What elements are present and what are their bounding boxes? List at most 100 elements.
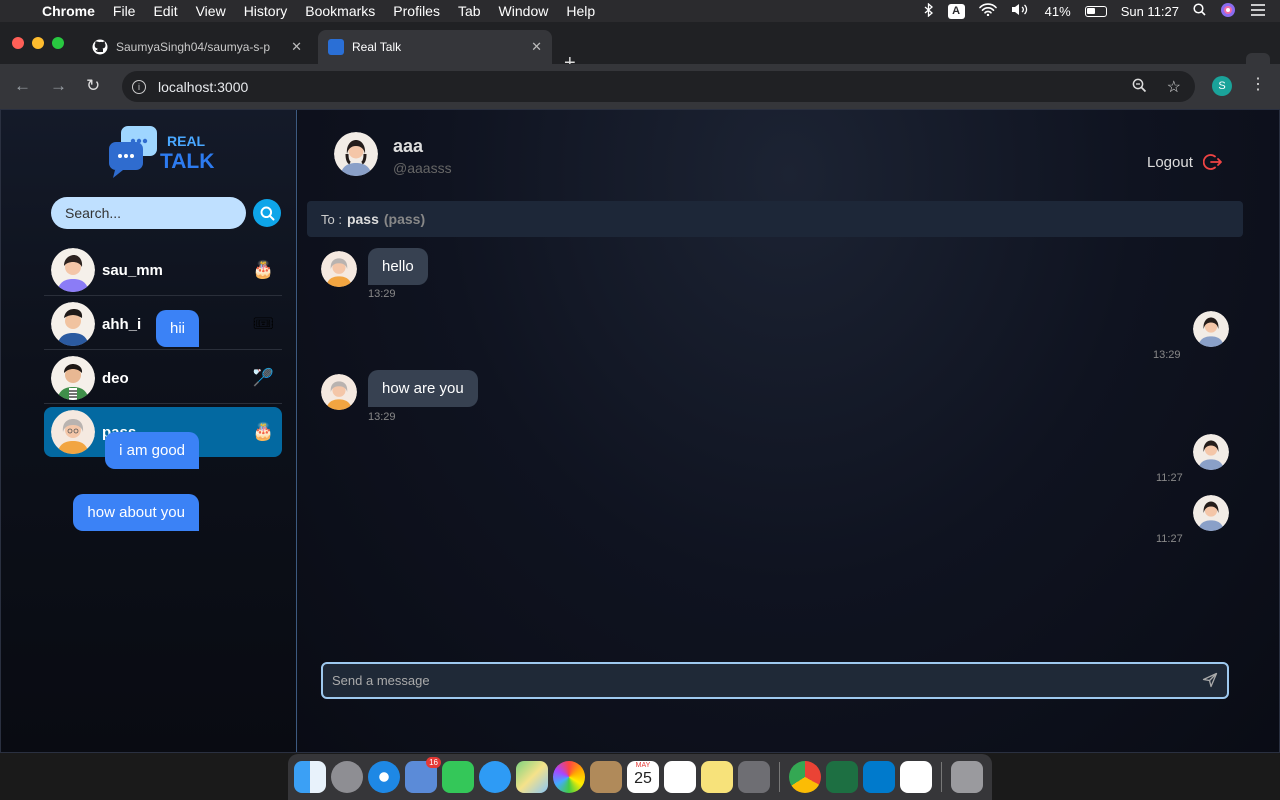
- avatar: [51, 410, 95, 454]
- avatar: [1193, 311, 1229, 347]
- mongodb-compass-icon[interactable]: [900, 761, 932, 793]
- message-bubble: how are you: [368, 370, 478, 407]
- calendar-icon[interactable]: MAY 25: [627, 761, 659, 793]
- zoom-icon[interactable]: [1132, 78, 1147, 96]
- contact-item-sau_mm[interactable]: sau_mm 🎂: [44, 245, 282, 295]
- dock-separator: [779, 762, 780, 792]
- browser-toolbar: ← → ↻ i localhost:3000 ☆ S ⋮: [0, 64, 1280, 109]
- menu-app-name[interactable]: Chrome: [42, 3, 95, 19]
- siri-icon[interactable]: [1220, 2, 1236, 21]
- chrome-icon[interactable]: [789, 761, 821, 793]
- birthday-cake-icon: 🎂: [252, 422, 274, 441]
- menu-bookmarks[interactable]: Bookmarks: [305, 3, 375, 19]
- zoom-window-button[interactable]: [52, 37, 64, 49]
- contact-name: sau_mm: [102, 261, 163, 279]
- menu-tab[interactable]: Tab: [458, 3, 481, 19]
- real-talk-logo: REAL TALK: [109, 126, 214, 178]
- mail-icon[interactable]: 16: [405, 757, 441, 793]
- notes-icon[interactable]: [701, 761, 733, 793]
- tab-title: SaumyaSingh04/saumya-s-p: [116, 40, 271, 54]
- wifi-icon[interactable]: [978, 3, 997, 19]
- close-tab-icon[interactable]: ✕: [291, 39, 302, 55]
- bookmark-star-icon[interactable]: ☆: [1167, 77, 1181, 97]
- logout-label: Logout: [1147, 153, 1193, 171]
- messages-icon[interactable]: [479, 761, 511, 793]
- tab-github[interactable]: SaumyaSingh04/saumya-s-p ✕: [82, 30, 312, 64]
- system-preferences-icon[interactable]: [738, 761, 770, 793]
- menu-history[interactable]: History: [244, 3, 288, 19]
- current-user-handle: @aaasss: [393, 160, 452, 176]
- finder-icon[interactable]: [294, 761, 326, 793]
- maps-icon[interactable]: [516, 761, 548, 793]
- window-controls: [12, 37, 64, 49]
- message-timestamp: 11:27: [1156, 472, 1183, 484]
- launchpad-icon[interactable]: [331, 761, 363, 793]
- battery-percent: 41%: [1044, 3, 1071, 19]
- chrome-menu-icon[interactable]: ⋮: [1250, 74, 1266, 94]
- current-user-name: aaa: [393, 136, 424, 156]
- safari-icon[interactable]: [368, 761, 400, 793]
- excel-icon[interactable]: [826, 761, 858, 793]
- calendar-month: MAY: [635, 762, 651, 769]
- address-url[interactable]: localhost:3000: [158, 79, 248, 95]
- mail-badge: 16: [426, 757, 441, 768]
- facetime-icon[interactable]: [442, 761, 474, 793]
- avatar: [321, 251, 357, 287]
- close-window-button[interactable]: [12, 37, 24, 49]
- macos-dock: 16 MAY 25: [288, 754, 992, 800]
- spotlight-search-icon[interactable]: [1193, 3, 1206, 19]
- site-info-icon[interactable]: i: [132, 79, 146, 94]
- menu-edit[interactable]: Edit: [153, 3, 177, 19]
- avatar: [1193, 495, 1229, 531]
- reminders-icon[interactable]: [664, 761, 696, 793]
- search-icon: [260, 206, 274, 220]
- avatar: [51, 248, 95, 292]
- contacts-icon[interactable]: [590, 761, 622, 793]
- message-input[interactable]: Send a message: [321, 662, 1229, 699]
- contact-item-deo[interactable]: deo 🏸: [44, 353, 282, 403]
- trash-icon[interactable]: [951, 761, 983, 793]
- current-user-avatar: [334, 132, 378, 176]
- back-icon[interactable]: ←: [14, 76, 31, 96]
- forward-icon[interactable]: →: [50, 76, 67, 96]
- vscode-icon[interactable]: [863, 761, 895, 793]
- tab-real-talk[interactable]: Real Talk ✕: [318, 30, 552, 64]
- menu-help[interactable]: Help: [566, 3, 595, 19]
- message-bubble: hello: [368, 248, 428, 285]
- menu-file[interactable]: File: [113, 3, 136, 19]
- menu-window[interactable]: Window: [499, 3, 549, 19]
- logout-icon: [1202, 154, 1222, 170]
- address-bar[interactable]: i localhost:3000 ☆: [122, 71, 1195, 102]
- ticket-icon: 🎟: [252, 314, 274, 333]
- message-bubble: how about you: [73, 494, 199, 531]
- control-center-icon[interactable]: [1250, 3, 1266, 19]
- volume-icon[interactable]: [1011, 3, 1031, 19]
- avatar: [1193, 434, 1229, 470]
- photos-icon[interactable]: [553, 761, 585, 793]
- battery-icon[interactable]: [1084, 5, 1107, 17]
- profile-avatar[interactable]: S: [1212, 76, 1232, 96]
- menu-profiles[interactable]: Profiles: [393, 3, 440, 19]
- send-icon[interactable]: [1202, 672, 1218, 688]
- message-timestamp: 13:29: [368, 411, 396, 423]
- search-input[interactable]: Search...: [51, 197, 246, 229]
- browser-tab-strip: SaumyaSingh04/saumya-s-p ✕ Real Talk ✕ +…: [0, 22, 1280, 77]
- menubar-clock[interactable]: Sun 11:27: [1121, 4, 1179, 19]
- bluetooth-icon[interactable]: [924, 2, 934, 20]
- calendar-day: 25: [634, 770, 652, 787]
- recipient-username: (pass): [383, 211, 426, 227]
- svg-text:REAL: REAL: [167, 133, 206, 149]
- reload-icon[interactable]: ↻: [86, 76, 100, 96]
- avatar: [51, 302, 95, 346]
- message-timestamp: 13:29: [1153, 349, 1181, 361]
- dock-separator: [941, 762, 942, 792]
- message-input-placeholder: Send a message: [332, 673, 430, 688]
- menu-view[interactable]: View: [196, 3, 226, 19]
- input-source-icon[interactable]: A: [947, 3, 965, 19]
- search-button[interactable]: [253, 199, 281, 227]
- recipient-name: pass: [346, 211, 379, 227]
- logout-button[interactable]: Logout: [1147, 152, 1223, 172]
- close-tab-icon[interactable]: ✕: [531, 39, 542, 55]
- minimize-window-button[interactable]: [32, 37, 44, 49]
- avatar: [321, 374, 357, 410]
